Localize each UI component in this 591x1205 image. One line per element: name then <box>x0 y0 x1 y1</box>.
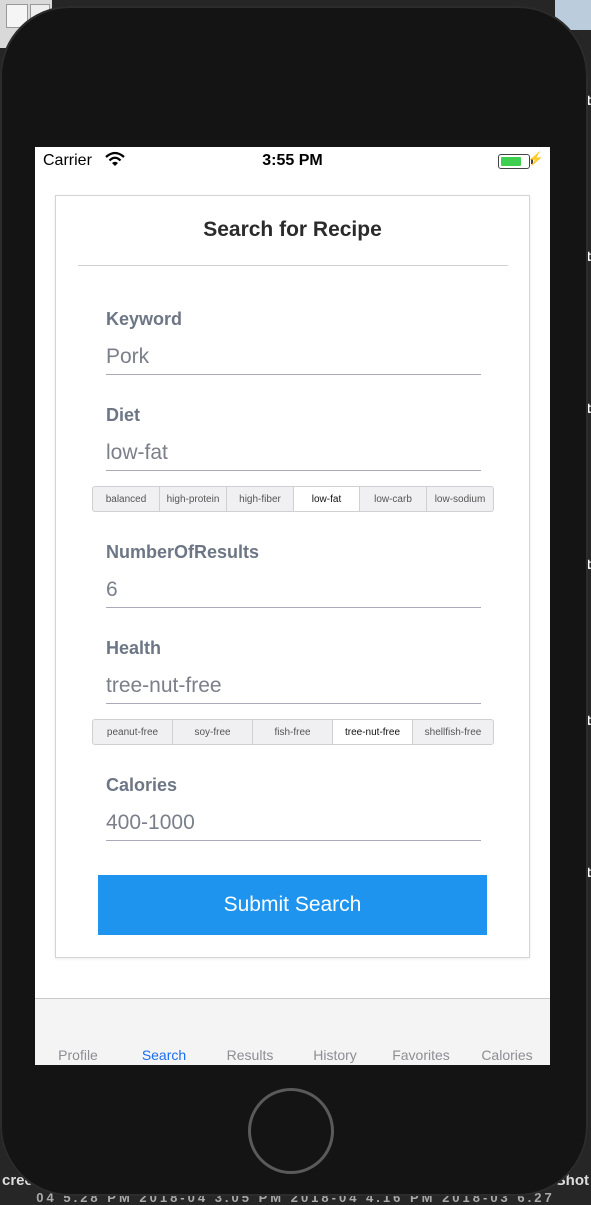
home-button[interactable] <box>248 1088 334 1174</box>
phone-screen: Carrier 3:55 PM ⚡ Search for Recipe Keyw… <box>35 147 550 1065</box>
diet-label: Diet <box>106 405 141 425</box>
tab-history[interactable]: History <box>292 1047 378 1063</box>
health-segmented-control: peanut-free soy-free fish-free tree-nut-… <box>92 719 494 745</box>
health-input[interactable] <box>106 669 481 704</box>
number-of-results-label: NumberOfResults <box>106 542 260 562</box>
calories-label: Calories <box>106 775 178 795</box>
diet-option-low-carb[interactable]: low-carb <box>360 487 427 511</box>
number-of-results-input[interactable] <box>106 573 481 608</box>
tab-bar: Profile Search Results History Favorites… <box>35 998 550 1065</box>
health-option-soy-free[interactable]: soy-free <box>173 720 253 744</box>
diet-segmented-control: balanced high-protein high-fiber low-fat… <box>92 486 494 512</box>
diet-option-balanced[interactable]: balanced <box>93 487 160 511</box>
diet-option-high-protein[interactable]: high-protein <box>160 487 227 511</box>
health-option-shellfish-free[interactable]: shellfish-free <box>413 720 493 744</box>
keyword-input[interactable] <box>106 340 481 375</box>
search-form-card: Search for Recipe Keyword Diet balanced … <box>55 195 530 958</box>
health-option-tree-nut-free[interactable]: tree-nut-free <box>333 720 413 744</box>
form-title: Search for Recipe <box>203 218 382 241</box>
submit-search-button[interactable]: Submit Search <box>98 875 487 935</box>
battery-icon <box>498 154 533 169</box>
calories-input[interactable] <box>106 806 481 841</box>
tab-profile[interactable]: Profile <box>35 1047 121 1063</box>
status-time: 3:55 PM <box>262 152 323 169</box>
tab-favorites[interactable]: Favorites <box>378 1047 464 1063</box>
phone-frame: Carrier 3:55 PM ⚡ Search for Recipe Keyw… <box>0 6 588 1196</box>
diet-option-low-fat[interactable]: low-fat <box>294 487 360 511</box>
diet-input[interactable] <box>106 436 481 471</box>
status-bar: Carrier 3:55 PM ⚡ <box>35 147 550 175</box>
health-label: Health <box>106 638 162 658</box>
tab-calories[interactable]: Calories <box>464 1047 550 1063</box>
title-divider <box>78 265 508 266</box>
diet-option-low-sodium[interactable]: low-sodium <box>427 487 493 511</box>
charging-bolt-icon: ⚡ <box>527 151 544 166</box>
health-option-peanut-free[interactable]: peanut-free <box>93 720 173 744</box>
health-option-fish-free[interactable]: fish-free <box>253 720 333 744</box>
tab-search[interactable]: Search <box>121 1047 207 1063</box>
keyword-label: Keyword <box>106 309 183 329</box>
tab-results[interactable]: Results <box>207 1047 293 1063</box>
diet-option-high-fiber[interactable]: high-fiber <box>227 487 294 511</box>
